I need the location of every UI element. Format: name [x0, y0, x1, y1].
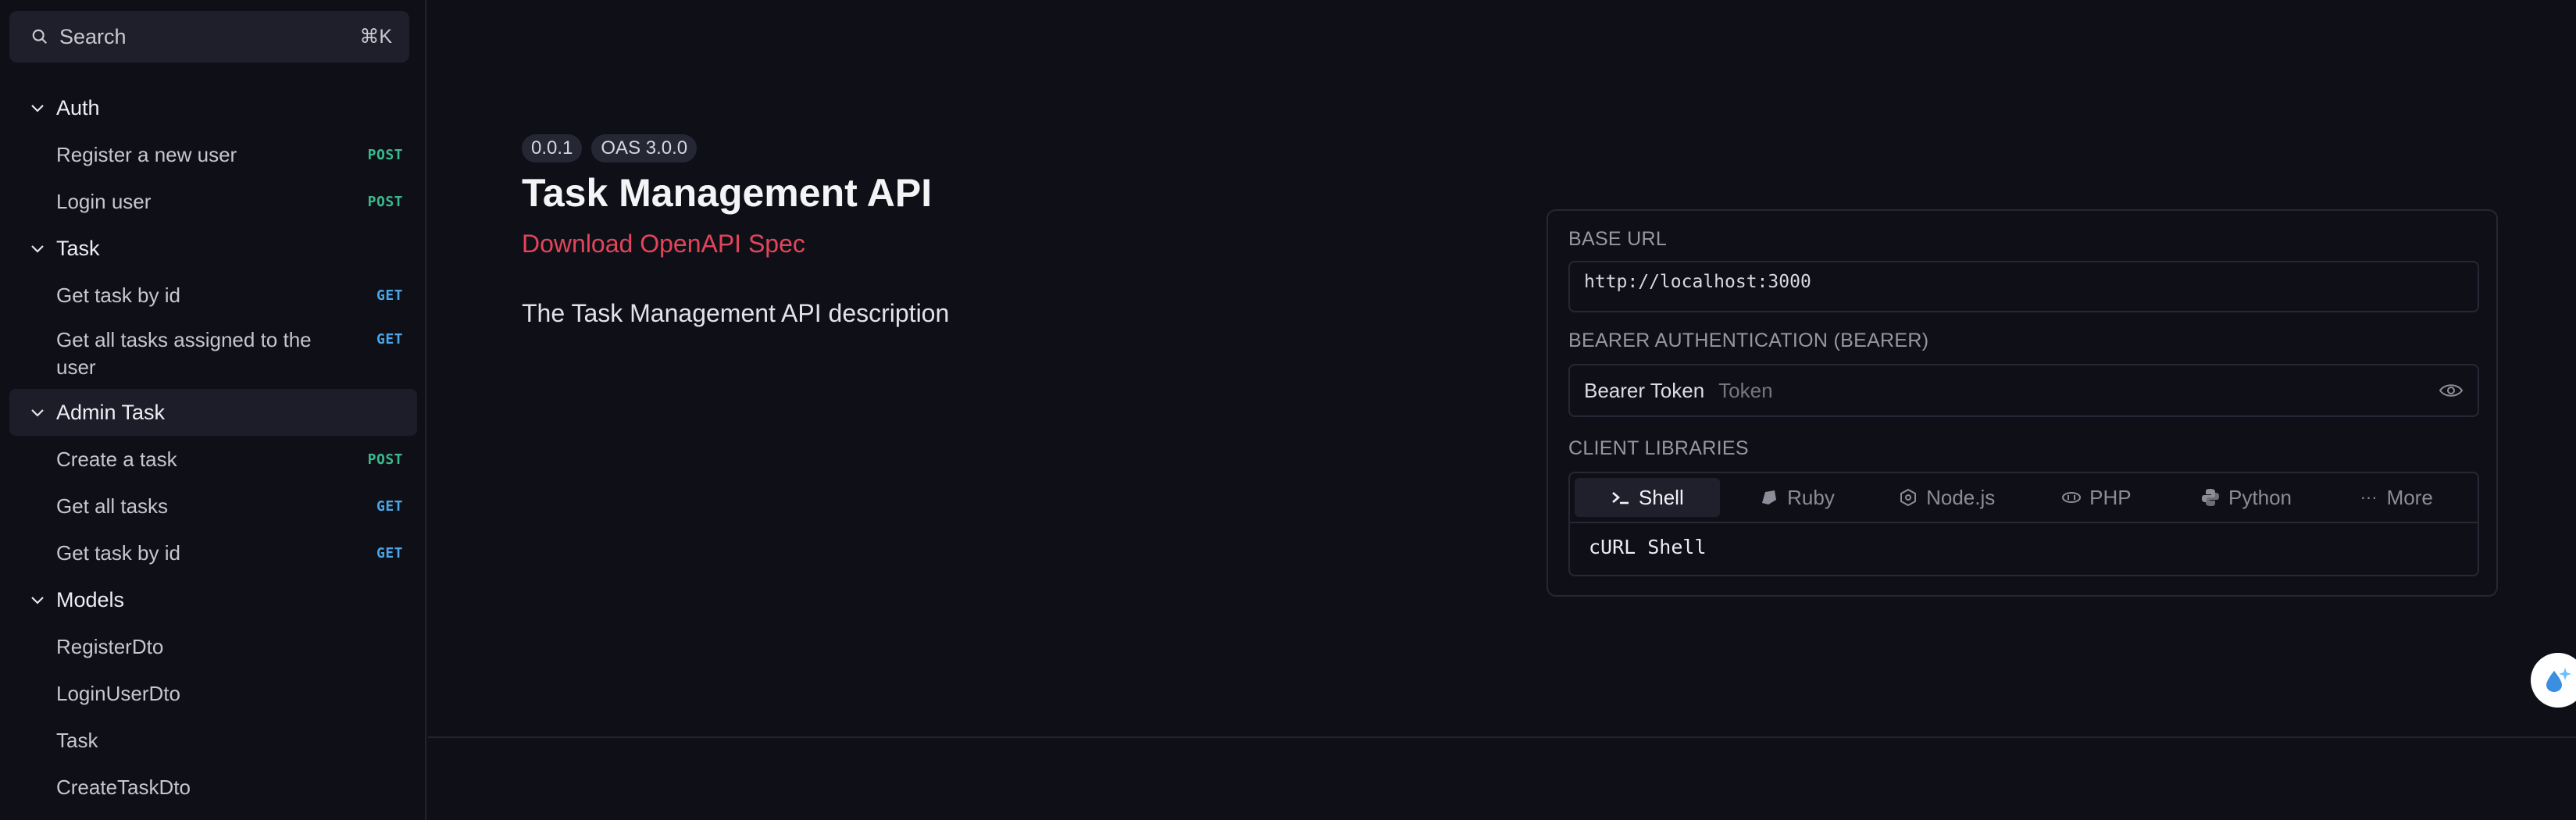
tab-label: Node.js: [1926, 485, 1996, 509]
oas-badge: OAS 3.0.0: [591, 134, 698, 162]
sidebar-group-task[interactable]: Task: [9, 225, 417, 272]
php-icon: [2062, 492, 2082, 503]
version-badge: 0.0.1: [522, 134, 583, 162]
page-title: Task Management API: [522, 171, 933, 215]
sidebar-item-register-dto[interactable]: RegisterDto: [9, 623, 417, 670]
search-icon: [32, 29, 48, 45]
base-url-label: BASE URL: [1568, 228, 1668, 250]
tab-more[interactable]: ··· More: [2323, 478, 2468, 517]
sparkle-drop-icon: [2546, 668, 2571, 692]
method-badge: POST: [367, 193, 403, 210]
sidebar-nav: Auth Register a new user POST Login user…: [0, 84, 426, 811]
nodejs-icon: [1900, 488, 1917, 507]
main-content: 0.0.1 OAS 3.0.0 Task Management API Down…: [428, 0, 2576, 820]
sidebar-group-label: Task: [56, 236, 100, 260]
sidebar-item-label: Login user: [56, 189, 152, 213]
bearer-token-label: Bearer Token: [1584, 378, 1705, 402]
method-badge: GET: [376, 287, 403, 304]
client-panel: BASE URL http://localhost:3000 BEARER AU…: [1547, 209, 2498, 597]
chevron-down-icon: [31, 105, 44, 112]
tab-label: Python: [2228, 485, 2292, 509]
download-spec-link[interactable]: Download OpenAPI Spec: [522, 230, 805, 258]
sidebar-item-label: Task: [56, 728, 98, 752]
sidebar-group-label: Auth: [56, 95, 100, 119]
sidebar-item-label: CreateTaskDto: [56, 775, 191, 799]
bearer-token-field: Bearer Token: [1568, 364, 2479, 417]
method-badge: POST: [367, 146, 403, 163]
sidebar-item-login-user-dto[interactable]: LoginUserDto: [9, 670, 417, 717]
sidebar-item-get-task-by-id[interactable]: Get task by id GET: [9, 272, 417, 319]
tab-label: PHP: [2089, 485, 2132, 509]
search-shortcut: ⌘K: [359, 26, 392, 48]
sidebar-item-label: Get all tasks assigned to the user: [56, 328, 312, 379]
sidebar-group-label: Admin Task: [56, 400, 166, 424]
sidebar-item-label: Get task by id: [56, 540, 180, 565]
sidebar: Search ⌘K Auth Register a new user POST …: [0, 0, 426, 820]
sidebar-group-admin-task[interactable]: Admin Task: [9, 389, 417, 436]
sidebar-item-label: LoginUserDto: [56, 681, 180, 705]
sidebar-item-get-all-tasks-assigned[interactable]: Get all tasks assigned to the user GET: [9, 319, 417, 389]
sidebar-item-login-user[interactable]: Login user POST: [9, 178, 417, 225]
chevron-down-icon: [31, 597, 44, 604]
sidebar-group-auth[interactable]: Auth: [9, 84, 417, 131]
version-badges: 0.0.1 OAS 3.0.0: [522, 134, 698, 162]
terminal-icon: [1612, 492, 1629, 504]
sidebar-group-models[interactable]: Models: [9, 576, 417, 623]
sidebar-item-register-user[interactable]: Register a new user POST: [9, 131, 417, 178]
sidebar-item-label: RegisterDto: [56, 634, 164, 658]
sidebar-item-label: Register a new user: [56, 142, 237, 166]
python-icon: [2202, 489, 2220, 506]
auth-label: BEARER AUTHENTICATION (BEARER): [1568, 330, 1929, 351]
tab-php[interactable]: PHP: [2024, 478, 2169, 517]
sidebar-item-admin-get-task-by-id[interactable]: Get task by id GET: [9, 529, 417, 576]
client-libraries-label: CLIENT LIBRARIES: [1568, 437, 1749, 459]
method-badge: GET: [376, 497, 403, 515]
base-url-value: http://localhost:3000: [1584, 272, 1811, 292]
sidebar-item-create-task[interactable]: Create a task POST: [9, 436, 417, 483]
chevron-down-icon: [31, 245, 44, 253]
sidebar-item-create-task-dto[interactable]: CreateTaskDto: [9, 764, 417, 811]
search-label: Search: [59, 24, 127, 48]
eye-icon[interactable]: [2439, 382, 2464, 399]
code-sample: cURL Shell: [1589, 536, 1707, 558]
sidebar-group-label: Models: [56, 587, 125, 611]
sidebar-item-label: Get all tasks: [56, 494, 169, 518]
method-badge: POST: [367, 451, 403, 468]
client-libraries: Shell Ruby Node.js PHP Python ··· More c…: [1568, 472, 2479, 576]
sidebar-item-task-model[interactable]: Task: [9, 717, 417, 764]
tab-label: Ruby: [1787, 485, 1835, 509]
sidebar-item-label: Get task by id: [56, 283, 180, 307]
tab-label: Shell: [1638, 485, 1684, 509]
tab-python[interactable]: Python: [2174, 478, 2319, 517]
search-button[interactable]: Search ⌘K: [9, 11, 409, 62]
tab-nodejs[interactable]: Node.js: [1874, 478, 2019, 517]
method-badge: GET: [376, 544, 403, 562]
sidebar-item-get-all-tasks[interactable]: Get all tasks GET: [9, 483, 417, 529]
base-url-field[interactable]: http://localhost:3000: [1568, 261, 2479, 312]
more-dots-icon: ···: [2360, 487, 2378, 507]
method-badge: GET: [376, 331, 403, 348]
language-tabs: Shell Ruby Node.js PHP Python ··· More: [1570, 473, 2478, 523]
tab-ruby[interactable]: Ruby: [1725, 478, 1870, 517]
content-divider: [428, 736, 2576, 738]
tab-shell[interactable]: Shell: [1575, 478, 1720, 517]
tab-label: More: [2386, 485, 2433, 509]
bearer-token-input[interactable]: [1718, 378, 2439, 403]
ruby-icon: [1762, 490, 1777, 504]
sidebar-item-label: Create a task: [56, 447, 177, 471]
chevron-down-icon: [31, 409, 44, 417]
api-description: The Task Management API description: [522, 299, 950, 327]
